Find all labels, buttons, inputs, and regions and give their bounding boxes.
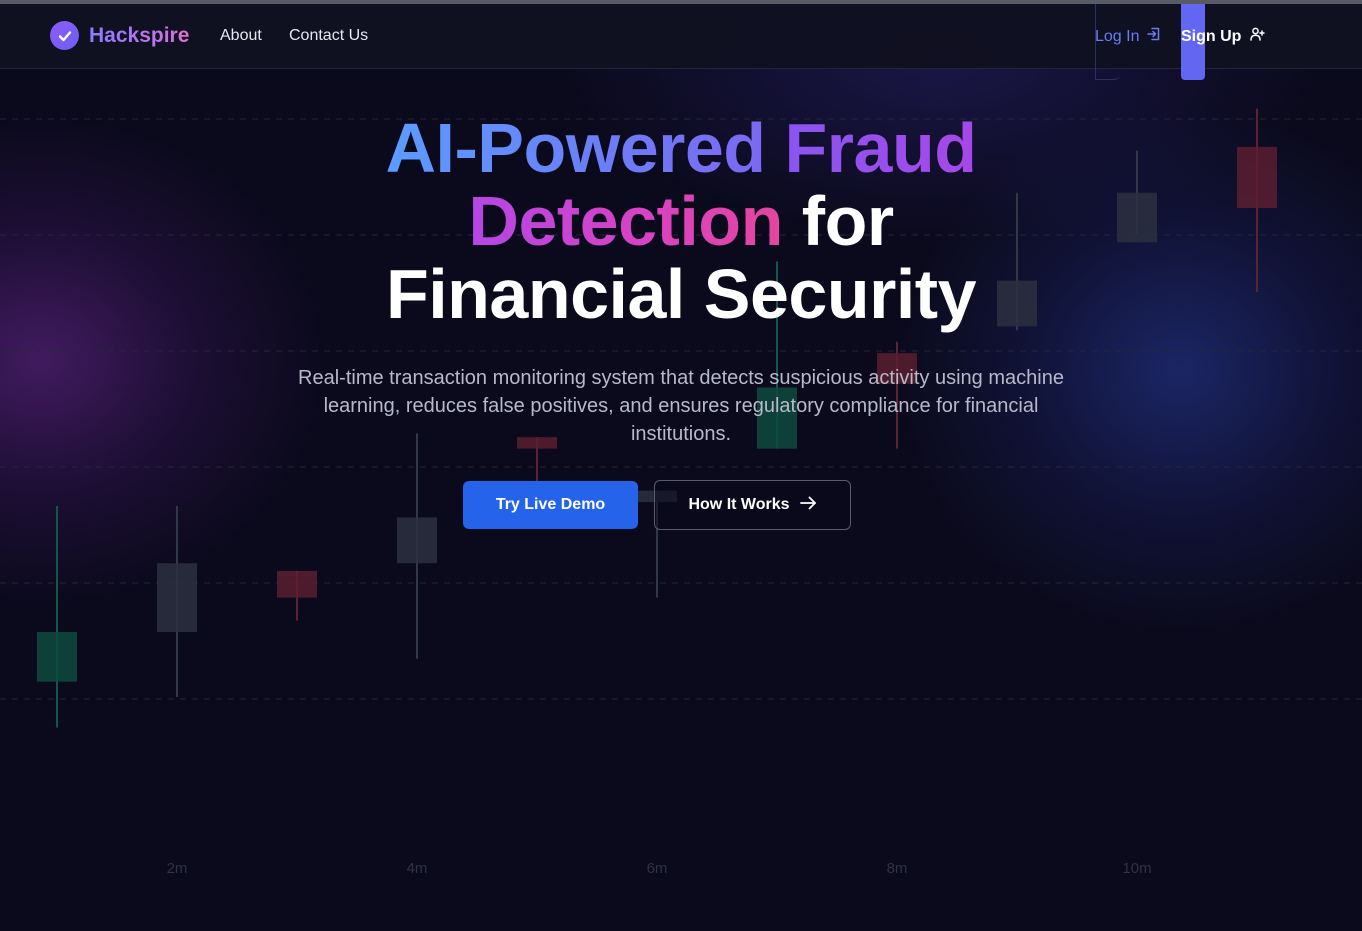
hero-title-line-1: AI-Powered Fraud (0, 112, 1362, 185)
title-word-ai-powered: AI-Powered (385, 109, 767, 187)
title-word-fraud: Fraud (784, 109, 977, 187)
log-in-icon (1147, 27, 1161, 46)
how-it-works-button[interactable]: How It Works (654, 480, 851, 530)
navbar: Hackspire About Contact Us Log In Sign U… (0, 4, 1362, 80)
signup-button[interactable]: Sign Up (1181, 27, 1266, 46)
hero-title-line-3: Financial Security (385, 255, 977, 333)
title-word-detection: Detection (468, 182, 783, 260)
page: 2m 4m 6m 8m 10m Hackspire About Contact Us L… (0, 0, 1362, 931)
try-live-demo-button[interactable]: Try Live Demo (463, 481, 638, 529)
candle-body (277, 570, 317, 598)
nav-link-about[interactable]: About (220, 27, 262, 45)
chart-x-tick-label: 2m (167, 860, 188, 877)
hero-subtitle: Real-time transaction monitoring system … (298, 367, 1064, 445)
signup-label: Sign Up (1181, 27, 1242, 45)
brand-name: Hackspire (89, 23, 190, 47)
hero-title-line-2: Detection for (0, 185, 1362, 258)
arrow-right-icon (799, 496, 817, 515)
window-top-border (0, 0, 1362, 4)
login-button[interactable]: Log In (1095, 27, 1161, 46)
hero-title: AI-Powered Fraud Detection for Financial… (0, 112, 1362, 331)
chart-x-tick-label: 6m (647, 860, 668, 877)
candle-body (37, 632, 77, 682)
candle-body (157, 563, 197, 632)
how-it-works-label: How It Works (688, 496, 790, 513)
user-plus-icon (1250, 27, 1266, 46)
login-label: Log In (1095, 27, 1140, 45)
brand-logo[interactable]: Hackspire (50, 21, 189, 50)
chart-x-tick-label: 8m (887, 860, 908, 877)
chart-x-tick-label: 4m (407, 860, 428, 877)
chart-x-tick-label: 10m (1122, 860, 1151, 877)
title-word-for: for (801, 182, 894, 260)
hero-section: AI-Powered Fraud Detection for Financial… (0, 112, 1362, 448)
candle-body (397, 517, 437, 564)
nav-link-contact-us[interactable]: Contact Us (289, 27, 368, 45)
check-circle-icon (50, 21, 79, 50)
